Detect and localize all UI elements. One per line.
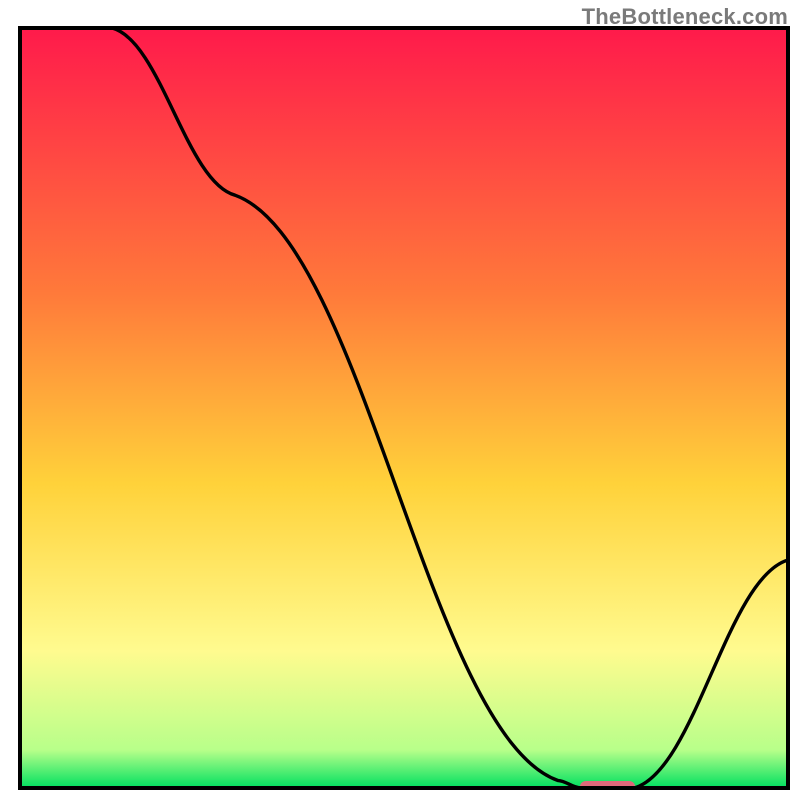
chart-container: TheBottleneck.com (0, 0, 800, 800)
bottleneck-chart (0, 0, 800, 800)
watermark-label: TheBottleneck.com (582, 4, 788, 30)
plot-background (20, 28, 788, 788)
